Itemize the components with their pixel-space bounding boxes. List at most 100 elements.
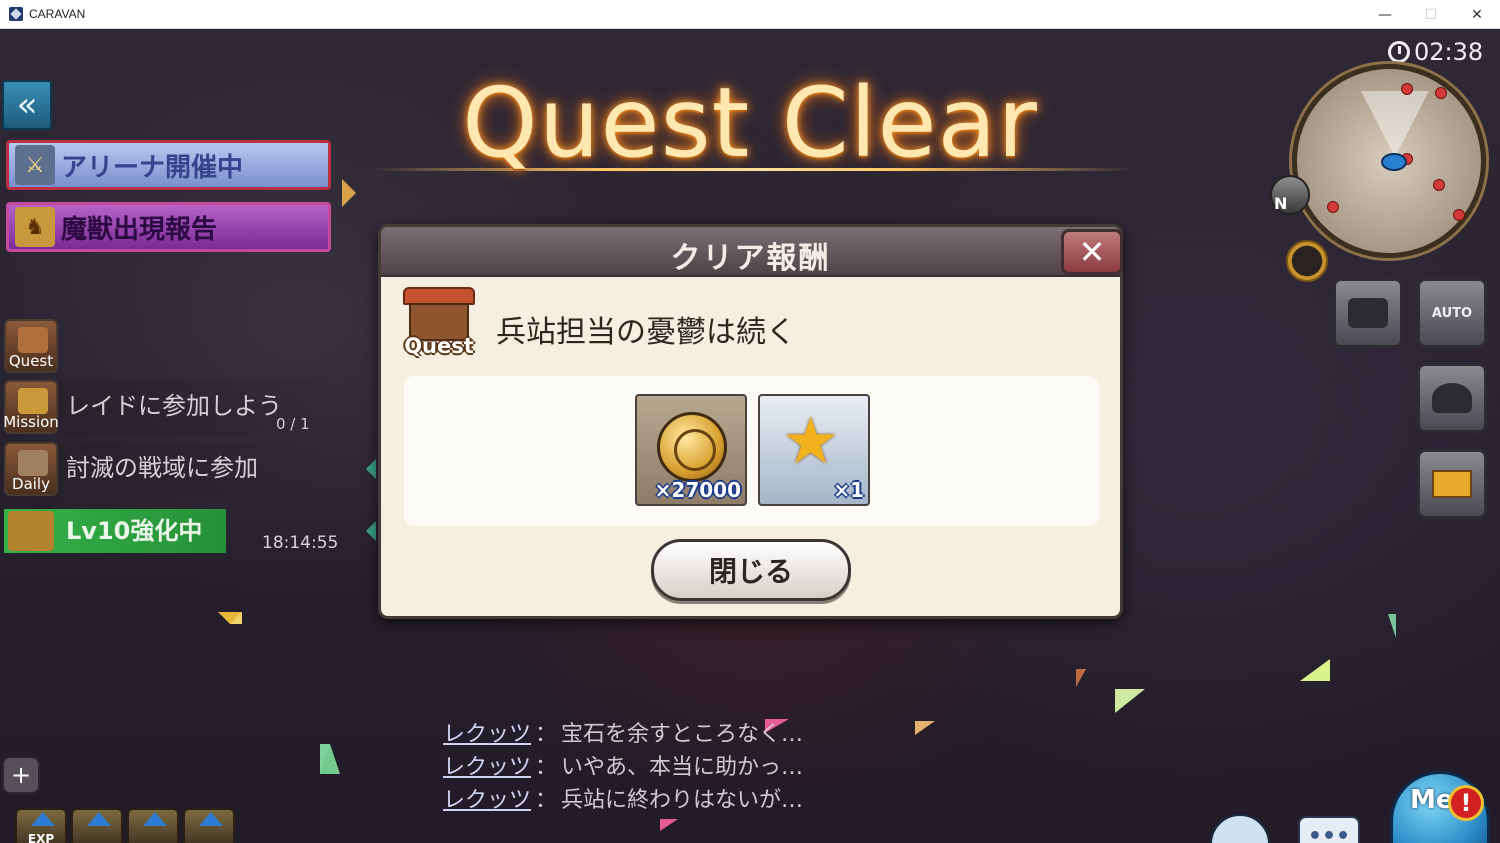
quest-name: 兵站担当の憂鬱は続く bbox=[496, 315, 796, 350]
chat-speaker[interactable]: レクッツ bbox=[443, 788, 531, 813]
confetti-piece bbox=[1300, 659, 1330, 681]
upgrade-timer: 18:14:55 bbox=[262, 533, 339, 553]
character-face-button[interactable] bbox=[1286, 240, 1328, 282]
boost-button[interactable] bbox=[127, 808, 179, 843]
game-viewport: Quest Clear « ⚔ アリーナ開催中 ♞ 魔獣出現報告 Quest M… bbox=[0, 29, 1500, 843]
reward-modal: クリア報酬 ✕ Quest 兵站担当の憂鬱は続く ×27000 ★ ×1 閉じる bbox=[378, 224, 1123, 619]
arena-banner[interactable]: ⚔ アリーナ開催中 bbox=[6, 140, 331, 190]
daily-tab-label: Daily bbox=[12, 475, 50, 493]
camera-icon bbox=[1348, 298, 1388, 328]
gold-coin-icon bbox=[657, 412, 727, 482]
enemy-marker bbox=[1433, 179, 1445, 191]
menu-label: Me bbox=[1410, 785, 1454, 815]
enemy-marker bbox=[1327, 201, 1339, 213]
daily-tab-button[interactable]: Daily bbox=[4, 442, 58, 496]
daily-arrow-icon bbox=[366, 459, 376, 479]
confetti-piece bbox=[218, 612, 242, 624]
mission-count: 0 / 1 bbox=[276, 415, 310, 433]
star-icon: ★ bbox=[782, 405, 840, 479]
mission-tab-label: Mission bbox=[3, 413, 59, 431]
chat-log: レクッツ：宝石を余すところなく… レクッツ：いやあ、本当に助かっ… レクッツ：兵… bbox=[443, 718, 803, 817]
chat-line: レクッツ：いやあ、本当に助かっ… bbox=[443, 755, 804, 780]
chat-speaker[interactable]: レクッツ bbox=[443, 722, 531, 747]
daily-row[interactable]: 討滅の戦域に参加 bbox=[58, 442, 358, 498]
minimap[interactable] bbox=[1292, 64, 1486, 258]
mission-tab-button[interactable]: Mission bbox=[3, 380, 59, 434]
minimize-button[interactable]: — bbox=[1362, 0, 1408, 29]
boost-button[interactable] bbox=[183, 808, 235, 843]
chat-speaker[interactable]: レクッツ bbox=[443, 755, 531, 780]
upgrade-text: Lv10強化中 bbox=[66, 517, 203, 545]
arena-banner-label: アリーナ開催中 bbox=[61, 152, 244, 183]
reward-item-coin[interactable]: ×27000 bbox=[635, 394, 747, 506]
back-button[interactable]: « bbox=[2, 80, 52, 130]
alert-badge: ! bbox=[1448, 785, 1484, 821]
upgrade-row[interactable]: Lv10強化中 bbox=[4, 509, 226, 553]
up-arrow-icon bbox=[87, 812, 111, 826]
close-button[interactable]: 閉じる bbox=[651, 539, 851, 601]
daily-scroll-icon bbox=[18, 450, 48, 476]
enemy-marker bbox=[1453, 209, 1465, 221]
timer-value: 02:38 bbox=[1414, 38, 1484, 66]
confetti-piece bbox=[320, 744, 340, 774]
party-icon bbox=[1432, 383, 1472, 413]
lv-arrow-icon bbox=[366, 521, 376, 541]
confetti-piece bbox=[915, 721, 935, 735]
daily-text: 討滅の戦域に参加 bbox=[66, 454, 258, 482]
chat-button[interactable]: ••• bbox=[1298, 816, 1360, 843]
up-arrow-icon bbox=[199, 812, 223, 826]
quest-tab-button[interactable]: Quest bbox=[4, 319, 58, 373]
expand-chevron-icon[interactable] bbox=[342, 179, 356, 207]
mail-icon bbox=[1432, 470, 1472, 498]
camera-button[interactable] bbox=[1333, 278, 1403, 348]
window-titlebar: CARAVAN — ☐ ✕ bbox=[0, 0, 1500, 29]
modal-close-button[interactable]: ✕ bbox=[1061, 229, 1123, 275]
enemy-marker bbox=[1435, 87, 1447, 99]
reward-list: ×27000 ★ ×1 bbox=[404, 376, 1099, 526]
beast-banner[interactable]: ♞ 魔獣出現報告 bbox=[6, 202, 331, 252]
up-arrow-icon bbox=[31, 812, 55, 826]
maximize-button[interactable]: ☐ bbox=[1408, 0, 1454, 29]
exp-boost-button[interactable]: EXP bbox=[15, 808, 67, 843]
player-marker bbox=[1381, 153, 1407, 171]
arena-icon: ⚔ bbox=[15, 145, 55, 185]
add-button[interactable]: + bbox=[2, 756, 40, 794]
party-button[interactable] bbox=[1417, 363, 1487, 433]
reward-quantity: ×27000 bbox=[654, 478, 741, 502]
chat-message: 兵站に終わりはないが… bbox=[561, 788, 804, 813]
quest-badge: Quest bbox=[401, 287, 477, 363]
app-icon bbox=[9, 7, 23, 21]
auto-button[interactable]: AUTO bbox=[1417, 278, 1487, 348]
chat-message: 宝石を余すところなく… bbox=[561, 722, 804, 747]
reward-item-star[interactable]: ★ ×1 bbox=[758, 394, 870, 506]
mission-text: レイドに参加しよう bbox=[66, 392, 282, 420]
chat-line: レクッツ：宝石を余すところなく… bbox=[443, 722, 804, 747]
quest-tab-label: Quest bbox=[8, 352, 54, 370]
quest-badge-label: Quest bbox=[404, 334, 474, 358]
modal-header: クリア報酬 bbox=[381, 227, 1120, 277]
confetti-piece bbox=[1115, 689, 1145, 713]
close-window-button[interactable]: ✕ bbox=[1454, 0, 1500, 29]
up-arrow-icon bbox=[143, 812, 167, 826]
confetti-piece bbox=[1076, 669, 1086, 687]
mission-row[interactable]: レイドに参加しよう 0 / 1 bbox=[58, 380, 358, 436]
modal-title: クリア報酬 bbox=[670, 241, 831, 276]
exp-label: EXP bbox=[27, 832, 55, 843]
enemy-marker bbox=[1401, 83, 1413, 95]
mail-button[interactable] bbox=[1417, 449, 1487, 519]
stage-timer: 02:38 bbox=[1388, 38, 1483, 66]
window-controls: — ☐ ✕ bbox=[1362, 0, 1500, 29]
quest-house-icon bbox=[18, 327, 48, 353]
clock-icon bbox=[1388, 41, 1410, 63]
auto-label: AUTO bbox=[1431, 305, 1473, 321]
window-title: CARAVAN bbox=[29, 7, 86, 21]
confetti-piece bbox=[660, 819, 678, 831]
reward-quantity: ×1 bbox=[833, 478, 864, 502]
mission-horn-icon bbox=[18, 388, 48, 414]
chat-message: いやあ、本当に助かっ… bbox=[561, 755, 804, 780]
compass-north-button[interactable]: N bbox=[1270, 175, 1310, 215]
boost-button[interactable] bbox=[71, 808, 123, 843]
chat-line: レクッツ：兵站に終わりはないが… bbox=[443, 788, 804, 813]
beast-icon: ♞ bbox=[15, 207, 55, 247]
treasure-chest-icon bbox=[8, 511, 54, 551]
